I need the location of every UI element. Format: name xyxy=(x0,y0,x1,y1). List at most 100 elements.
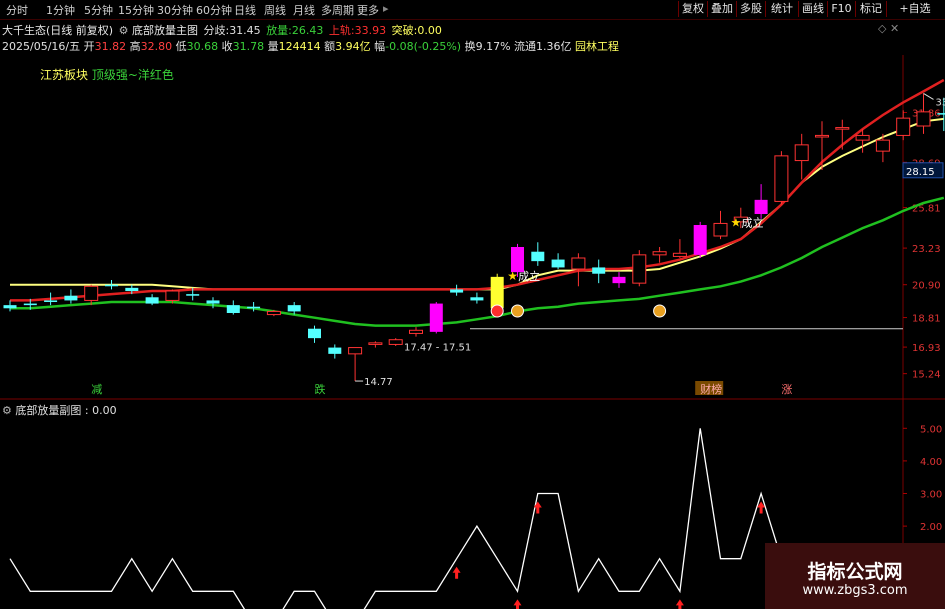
red-up-arrow-icon xyxy=(675,599,684,609)
fuquan-button[interactable]: 复权 xyxy=(678,1,707,17)
success-star-icon: ★ xyxy=(507,269,518,283)
field-tupo-label: 突破: xyxy=(391,24,418,37)
overlay-button[interactable]: 叠加 xyxy=(707,1,736,17)
sector-name[interactable]: 园林工程 xyxy=(575,40,619,53)
tab-daily[interactable]: 日线 xyxy=(234,2,256,18)
quote-date: 2025/05/16/五 xyxy=(2,40,81,53)
tab-15min[interactable]: 15分钟 xyxy=(118,2,154,18)
current-price-label: 28.15 xyxy=(906,167,935,178)
mark-button[interactable]: 标记 xyxy=(855,1,886,17)
add-watchlist-button[interactable]: +自选 xyxy=(886,1,943,17)
tab-30min[interactable]: 30分钟 xyxy=(157,2,193,18)
indicator-name[interactable]: 底部放量主图 xyxy=(132,24,198,37)
red-up-arrow-icon xyxy=(533,501,542,514)
tab-more[interactable]: 更多 xyxy=(357,2,379,18)
candle-body xyxy=(937,113,945,115)
f10-button[interactable]: F10 xyxy=(827,1,855,17)
peak-pointer xyxy=(923,93,934,100)
candle-body xyxy=(652,251,667,256)
quote-low-label: 低 xyxy=(175,40,187,53)
tab-scroll-icon[interactable]: ▸ xyxy=(383,2,389,15)
candle-body xyxy=(429,303,443,332)
quote-line: 2025/05/16/五 开31.82 高32.80 低30.68 收31.78… xyxy=(2,38,619,54)
watermark-title: 指标公式网 xyxy=(807,561,903,583)
stock-title: 大千生态(日线 前复权) xyxy=(2,24,114,37)
candle-body xyxy=(23,303,37,306)
candle-body xyxy=(916,111,931,127)
signal-label: 财榜 xyxy=(700,382,722,396)
quote-high-label: 高 xyxy=(129,40,141,53)
y-tick-label: 15.24 xyxy=(912,370,941,381)
candle-body xyxy=(774,155,789,202)
candle-body xyxy=(815,134,829,138)
candle-body xyxy=(490,276,504,309)
sub-y-tick-label: 2.00 xyxy=(920,522,942,533)
quote-amount-label: 额 xyxy=(324,40,336,53)
red-line-series xyxy=(10,78,945,302)
signal-label: 减 xyxy=(91,383,102,396)
candle-body xyxy=(64,295,78,301)
candle-body xyxy=(470,297,484,301)
candle-body xyxy=(713,222,728,237)
candle-body xyxy=(855,134,870,141)
candle-body xyxy=(875,139,890,152)
candle-body xyxy=(835,127,850,130)
watermark: 指标公式网 www.zbgs3.com xyxy=(765,543,945,609)
quote-low: 30.68 xyxy=(186,40,219,53)
candle-body xyxy=(84,285,99,301)
red-up-arrow-icon xyxy=(513,599,522,609)
signal-label: 跌 xyxy=(315,382,326,396)
indicator-header: 大千生态(日线 前复权) ⚙ 底部放量主图 分歧:31.45 放量:26.43 … xyxy=(2,22,442,38)
low-label: 14.77 xyxy=(364,377,393,388)
tab-weekly[interactable]: 周线 xyxy=(264,2,286,18)
panel-controls[interactable]: ◇ ✕ xyxy=(878,22,899,35)
quote-open: 31.82 xyxy=(94,40,127,53)
candle-body xyxy=(672,252,687,257)
candle-body xyxy=(206,300,220,304)
candle-body xyxy=(226,305,240,313)
sub-y-tick-label: 3.00 xyxy=(920,490,942,501)
multi-stock-button[interactable]: 多股 xyxy=(736,1,765,17)
quote-chg-label: 幅 xyxy=(374,40,386,53)
candle-body xyxy=(125,287,139,291)
quote-vol-label: 量 xyxy=(267,40,279,53)
tab-60min[interactable]: 60分钟 xyxy=(196,2,232,18)
tab-multi-period[interactable]: 多周期 xyxy=(321,2,354,18)
candle-body xyxy=(105,284,118,287)
field-shanggui-label: 上轨: xyxy=(328,24,355,37)
y-tick-label: 23.23 xyxy=(912,244,941,255)
green-line-series xyxy=(10,196,945,327)
candle-body xyxy=(409,329,423,334)
tab-monthly[interactable]: 月线 xyxy=(293,2,315,18)
main-candlestick-chart[interactable]: 15.2416.9318.8120.9023.2325.8128.6931.86… xyxy=(0,55,945,400)
tab-5min[interactable]: 5分钟 xyxy=(84,2,113,18)
top-toolbar: 分时 1分钟 5分钟 15分钟 30分钟 60分钟 日线 周线 月线 多周期 更… xyxy=(0,0,945,20)
candle-body xyxy=(571,257,586,270)
field-fenqi-value: 31.45 xyxy=(229,24,261,37)
signal-label: 涨 xyxy=(781,383,792,396)
candle-body xyxy=(388,339,403,345)
candle-body xyxy=(348,347,363,355)
quote-turnover-label: 换 xyxy=(464,40,476,53)
low-range-label: 17.47 - 17.51 xyxy=(404,343,471,354)
draw-line-button[interactable]: 画线 xyxy=(798,1,827,17)
watermark-url: www.zbgs3.com xyxy=(802,583,908,598)
candle-body xyxy=(165,290,180,301)
quote-open-label: 开 xyxy=(83,40,95,53)
candle-body xyxy=(551,259,565,268)
quote-close-label: 收 xyxy=(221,40,233,53)
settings-icon[interactable]: ⚙ xyxy=(119,24,129,37)
quote-vol: 124414 xyxy=(278,40,321,53)
candle-body xyxy=(308,328,321,339)
quote-close: 31.78 xyxy=(232,40,265,53)
candle-body xyxy=(328,347,342,354)
candle-body xyxy=(754,199,768,214)
candle-body xyxy=(896,117,911,136)
field-fenqi-label: 分歧: xyxy=(203,24,230,37)
field-fangliang-value: 26.43 xyxy=(291,24,324,37)
stats-button[interactable]: 统计 xyxy=(765,1,798,17)
signal-coin-icon xyxy=(653,304,667,318)
quote-high: 32.80 xyxy=(140,40,173,53)
tab-1min[interactable]: 1分钟 xyxy=(46,2,75,18)
tab-fenshi[interactable]: 分时 xyxy=(6,2,28,18)
